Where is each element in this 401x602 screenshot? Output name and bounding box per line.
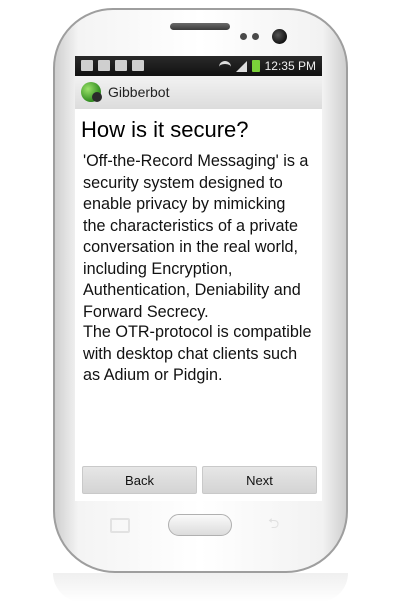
navigation-buttons: Back Next	[82, 466, 317, 494]
play-store-icon	[132, 60, 144, 71]
screen: 12:35 PM Gibberbot How is it secure? 'Of…	[75, 56, 322, 501]
proximity-sensor	[240, 33, 247, 40]
description-paragraph-1: 'Off-the-Record Messaging' is a security…	[83, 152, 309, 321]
notification-icons	[81, 60, 144, 71]
status-bar: 12:35 PM	[75, 56, 322, 76]
page-title: How is it secure?	[81, 117, 249, 142]
description-paragraph-2: The OTR-protocol is compatible with desk…	[83, 323, 312, 384]
app-title: Gibberbot	[108, 84, 170, 100]
menu-key-icon[interactable]	[110, 518, 130, 533]
image-icon	[81, 60, 93, 71]
lock-icon	[115, 60, 127, 71]
app-title-bar: Gibberbot	[75, 76, 322, 110]
front-camera	[272, 29, 287, 44]
home-button[interactable]	[168, 514, 232, 536]
voicemail-icon	[98, 60, 110, 71]
battery-icon	[251, 60, 260, 72]
signal-icon	[235, 60, 247, 72]
wifi-icon	[218, 61, 231, 71]
phone-reflection	[53, 573, 348, 602]
system-icons: 12:35 PM	[218, 59, 316, 73]
gibberbot-logo-icon	[81, 82, 102, 102]
back-button[interactable]: Back	[82, 466, 197, 494]
light-sensor	[252, 33, 259, 40]
content-panel: How is it secure? 'Off-the-Record Messag…	[75, 109, 322, 501]
earpiece-speaker	[170, 23, 230, 30]
next-button[interactable]: Next	[202, 466, 317, 494]
back-key-icon[interactable]: ⮌	[268, 516, 286, 530]
status-time: 12:35 PM	[264, 59, 316, 73]
